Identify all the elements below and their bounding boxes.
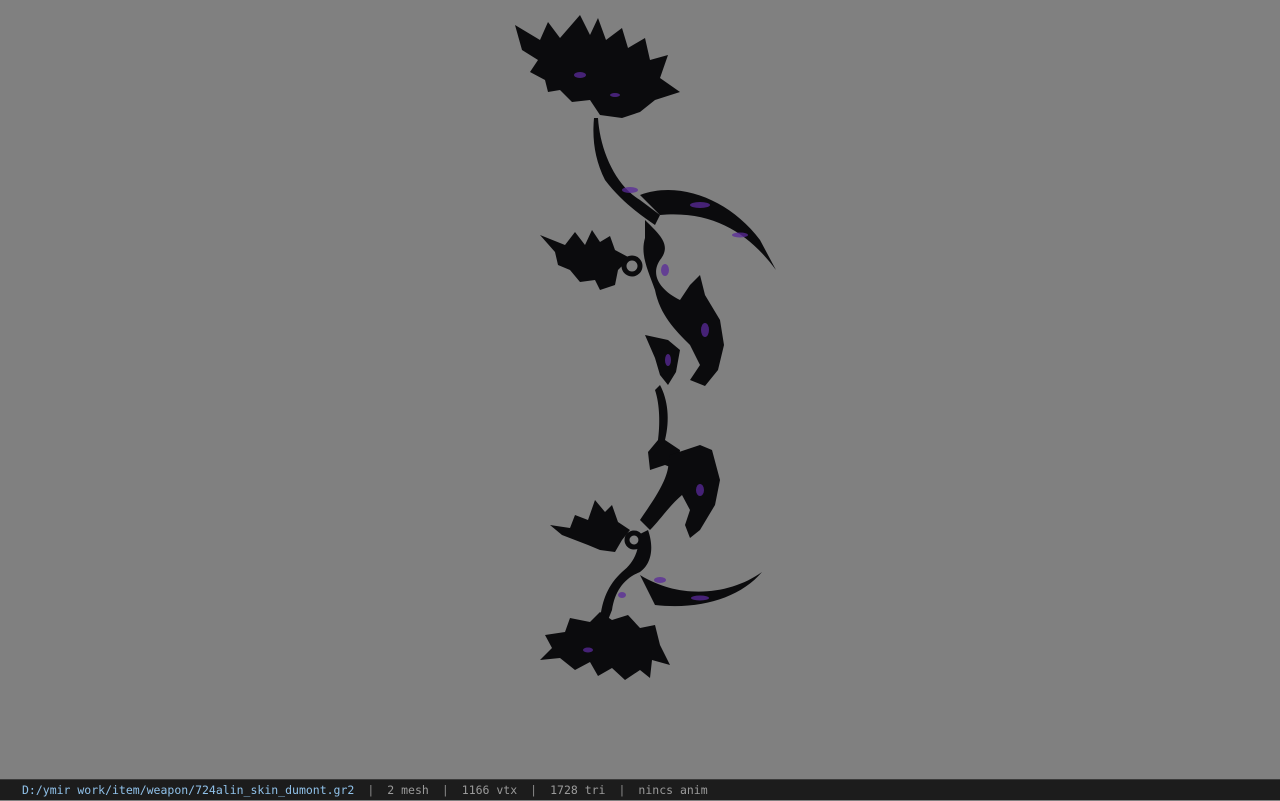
status-bar: D:/ymir work/item/weapon/724alin_skin_du… [0, 779, 1280, 800]
separator: | [367, 782, 375, 797]
mid-upper-segment [643, 220, 724, 386]
accent-streak [622, 187, 638, 193]
3d-viewport[interactable] [0, 0, 1280, 779]
mid-spike-left [645, 335, 680, 385]
file-path: D:/ymir work/item/weapon/724alin_skin_du… [22, 782, 355, 797]
upper-small-feather [540, 230, 630, 290]
triangle-count: 1728 tri [550, 782, 606, 797]
accent-streak [654, 577, 666, 583]
accent-streak [732, 232, 748, 238]
accent-streak [696, 484, 704, 496]
animation-status: nincs anim [638, 782, 708, 797]
accent-streak [691, 595, 709, 601]
upper-chain [621, 255, 643, 277]
accent-streak [701, 323, 709, 337]
lower-small-feather [550, 500, 630, 552]
separator: | [530, 782, 538, 797]
lower-blade [640, 572, 762, 607]
bow-model-icon [515, 15, 776, 680]
accent-streak [574, 72, 586, 78]
accent-streak [690, 202, 710, 208]
separator: | [618, 782, 626, 797]
accent-streak [610, 93, 620, 97]
separator: | [441, 782, 449, 797]
accent-streak [661, 264, 669, 276]
mesh-count: 2 mesh [387, 782, 429, 797]
vertex-count: 1166 vtx [461, 782, 518, 797]
accent-streak [618, 592, 626, 598]
bottom-feather-cluster [540, 612, 670, 680]
accent-streak [583, 647, 593, 653]
upper-limb [593, 118, 660, 225]
top-feather-cluster [515, 15, 680, 118]
accent-streak [665, 354, 671, 366]
